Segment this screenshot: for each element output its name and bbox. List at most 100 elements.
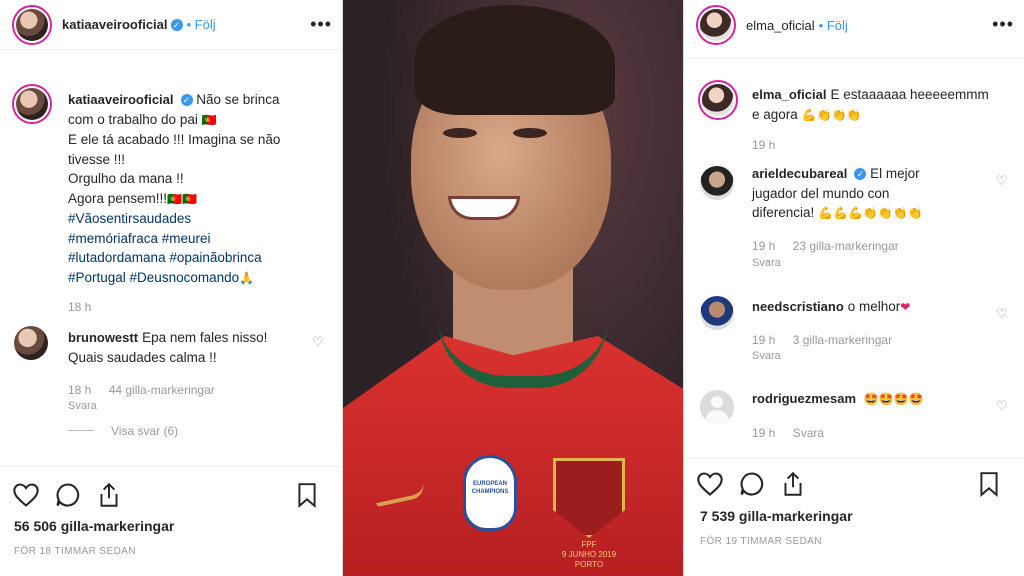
bookmark-icon[interactable] — [296, 482, 318, 508]
follow-label[interactable]: Följ — [195, 17, 216, 32]
caption-username[interactable]: katiaaveirooficial — [68, 92, 174, 107]
caption-avatar — [16, 88, 48, 120]
header-divider — [684, 58, 1024, 59]
caption-avatar-ring[interactable] — [698, 80, 738, 120]
flag-pt-icon: 🇵🇹🇵🇹 — [167, 191, 197, 206]
caption-line: E ele tá acabado !!! Imagina se não — [68, 132, 281, 147]
comment-meta: 19 h Svara — [752, 426, 838, 440]
comment-like-icon[interactable]: ♡ — [996, 173, 1010, 188]
post-caption: katiaaveirooficial ✓ Não se brinca com o … — [68, 90, 338, 288]
actions-divider — [684, 458, 1024, 459]
verified-icon: ✓ — [180, 94, 193, 106]
avatar-ring[interactable] — [696, 5, 736, 45]
post-username[interactable]: elma_oficial — [746, 18, 815, 33]
commenter-avatar[interactable] — [700, 296, 734, 330]
view-replies-button[interactable]: Visa svar (6) — [111, 424, 178, 438]
left-eye — [443, 128, 477, 138]
post-header: elma_oficial • Följ ••• — [684, 0, 1024, 50]
caption-avatar-ring[interactable] — [12, 84, 52, 124]
like-heart-icon[interactable] — [12, 482, 40, 508]
comment-username[interactable]: rodriguezmesam — [752, 391, 856, 406]
crest-caption-line: FPF — [581, 540, 597, 549]
post-header: katiaaveirooficial ✓ • Följ ••• — [0, 0, 342, 50]
default-avatar[interactable] — [700, 390, 734, 424]
like-heart-icon[interactable] — [696, 471, 724, 497]
comment-likes[interactable]: 3 gilla-markeringar — [793, 333, 892, 347]
reply-button[interactable]: Svara — [752, 350, 781, 362]
comment-username[interactable]: brunowestt — [68, 330, 138, 345]
comment-text: Epa nem fales nisso! — [142, 330, 268, 345]
more-options-icon[interactable]: ••• — [310, 14, 332, 35]
comment-text: El mejor — [870, 166, 920, 181]
follow-button[interactable]: • Följ — [187, 17, 216, 32]
likes-count[interactable]: 56 506 gilla-markeringar — [14, 518, 174, 534]
comment-username[interactable]: needscristiano — [752, 299, 844, 314]
share-icon[interactable] — [96, 481, 122, 509]
crest-caption-line: 9 JUNHO 2019 — [561, 550, 617, 559]
comment-time: 19 h — [752, 426, 776, 440]
comment-like-icon[interactable]: ♡ — [312, 334, 326, 349]
crest-caption: FPF 9 JUNHO 2019 PORTO — [539, 540, 639, 570]
reply-button[interactable]: Svara — [793, 426, 824, 440]
more-options-icon[interactable]: ••• — [992, 14, 1014, 35]
follow-button[interactable]: • Följ — [819, 18, 848, 33]
follow-label[interactable]: Följ — [827, 18, 848, 33]
post-username[interactable]: katiaaveirooficial — [62, 17, 168, 32]
comment-text: jugador del mundo con — [752, 185, 890, 201]
comment-bubble-icon[interactable] — [738, 470, 766, 498]
comment-text: Quais saudades calma !! — [68, 349, 217, 365]
caption-timestamp: 19 h — [752, 138, 776, 152]
post-photo: EUROPEAN CHAMPIONS FPF 9 JUNHO 2019 PORT… — [343, 0, 683, 576]
comment-username[interactable]: arieldecubareal — [752, 166, 847, 181]
avatar — [16, 8, 48, 41]
commenter-avatar[interactable] — [14, 326, 48, 360]
comment-likes[interactable]: 44 gilla-markeringar — [109, 383, 215, 397]
caption-line: Não se brinca — [196, 92, 280, 107]
caption-line: Agora pensem!!! — [68, 190, 168, 206]
caption-text: e agora — [752, 106, 798, 122]
comment-likes[interactable]: 23 gilla-markeringar — [793, 239, 899, 253]
caption-timestamp: 18 h — [68, 300, 92, 314]
badge-text: EUROPEAN CHAMPIONS — [471, 481, 509, 495]
left-instagram-post: katiaaveirooficial ✓ • Följ ••• katiaave… — [0, 0, 343, 576]
post-actions — [696, 470, 1014, 498]
likes-count[interactable]: 7 539 gilla-markeringar — [700, 508, 853, 524]
reply-button[interactable]: Svara — [752, 257, 781, 269]
post-actions — [12, 481, 332, 509]
emoji-icon: 💪💪💪👏👏👏👏 — [818, 206, 923, 220]
post-age: FÖR 18 TIMMAR SEDAN — [14, 546, 136, 557]
hashtag-line[interactable]: #Vãosentirsaudades — [68, 209, 338, 229]
caption-text: E estaaaaaa heeeeemmm — [830, 87, 989, 102]
red-heart-icon: ❤ — [900, 300, 911, 314]
comment-time: 19 h — [752, 239, 776, 253]
avatar — [700, 9, 732, 41]
crest-caption-line: PORTO — [574, 560, 604, 569]
comment-meta: 19 h 23 gilla-markeringar — [752, 239, 913, 253]
flag-pt-icon: 🇵🇹 — [201, 112, 217, 127]
caption-avatar — [702, 84, 734, 116]
caption-line: Orgulho da mana !! — [68, 171, 184, 186]
post-caption: elma_oficial E estaaaaaa heeeeemmm e agor… — [752, 85, 1012, 125]
hashtag-line[interactable]: #memóriafraca #meurei — [68, 229, 338, 249]
comment-like-icon[interactable]: ♡ — [996, 306, 1010, 321]
star-struck-emoji-icon: 🤩🤩🤩🤩 — [863, 392, 924, 406]
comment-bubble-icon[interactable] — [54, 481, 82, 509]
comment: brunowestt Epa nem fales nisso! Quais sau… — [68, 328, 308, 367]
comment-like-icon[interactable]: ♡ — [996, 398, 1010, 413]
comment-time: 18 h — [68, 383, 92, 397]
comment: rodriguezmesam 🤩🤩🤩🤩 — [752, 389, 992, 410]
clapping-emoji-icon: 💪👏👏👏 — [801, 107, 862, 122]
right-instagram-post: elma_oficial • Följ ••• elma_oficial E es… — [683, 0, 1024, 576]
commenter-avatar[interactable] — [700, 166, 734, 200]
european-champions-badge: EUROPEAN CHAMPIONS — [463, 455, 517, 531]
hashtag-line[interactable]: #Portugal #Deusnocomando — [68, 270, 239, 285]
reply-button[interactable]: Svara — [68, 400, 97, 412]
avatar-ring[interactable] — [12, 4, 52, 45]
hashtag-line[interactable]: #lutadordamana #opainãobrinca — [68, 248, 338, 268]
player-hair — [415, 5, 615, 115]
bookmark-icon[interactable] — [978, 471, 1000, 497]
verified-icon: ✓ — [854, 168, 867, 180]
replies-divider — [68, 430, 94, 431]
caption-username[interactable]: elma_oficial — [752, 87, 826, 102]
share-icon[interactable] — [780, 470, 806, 498]
